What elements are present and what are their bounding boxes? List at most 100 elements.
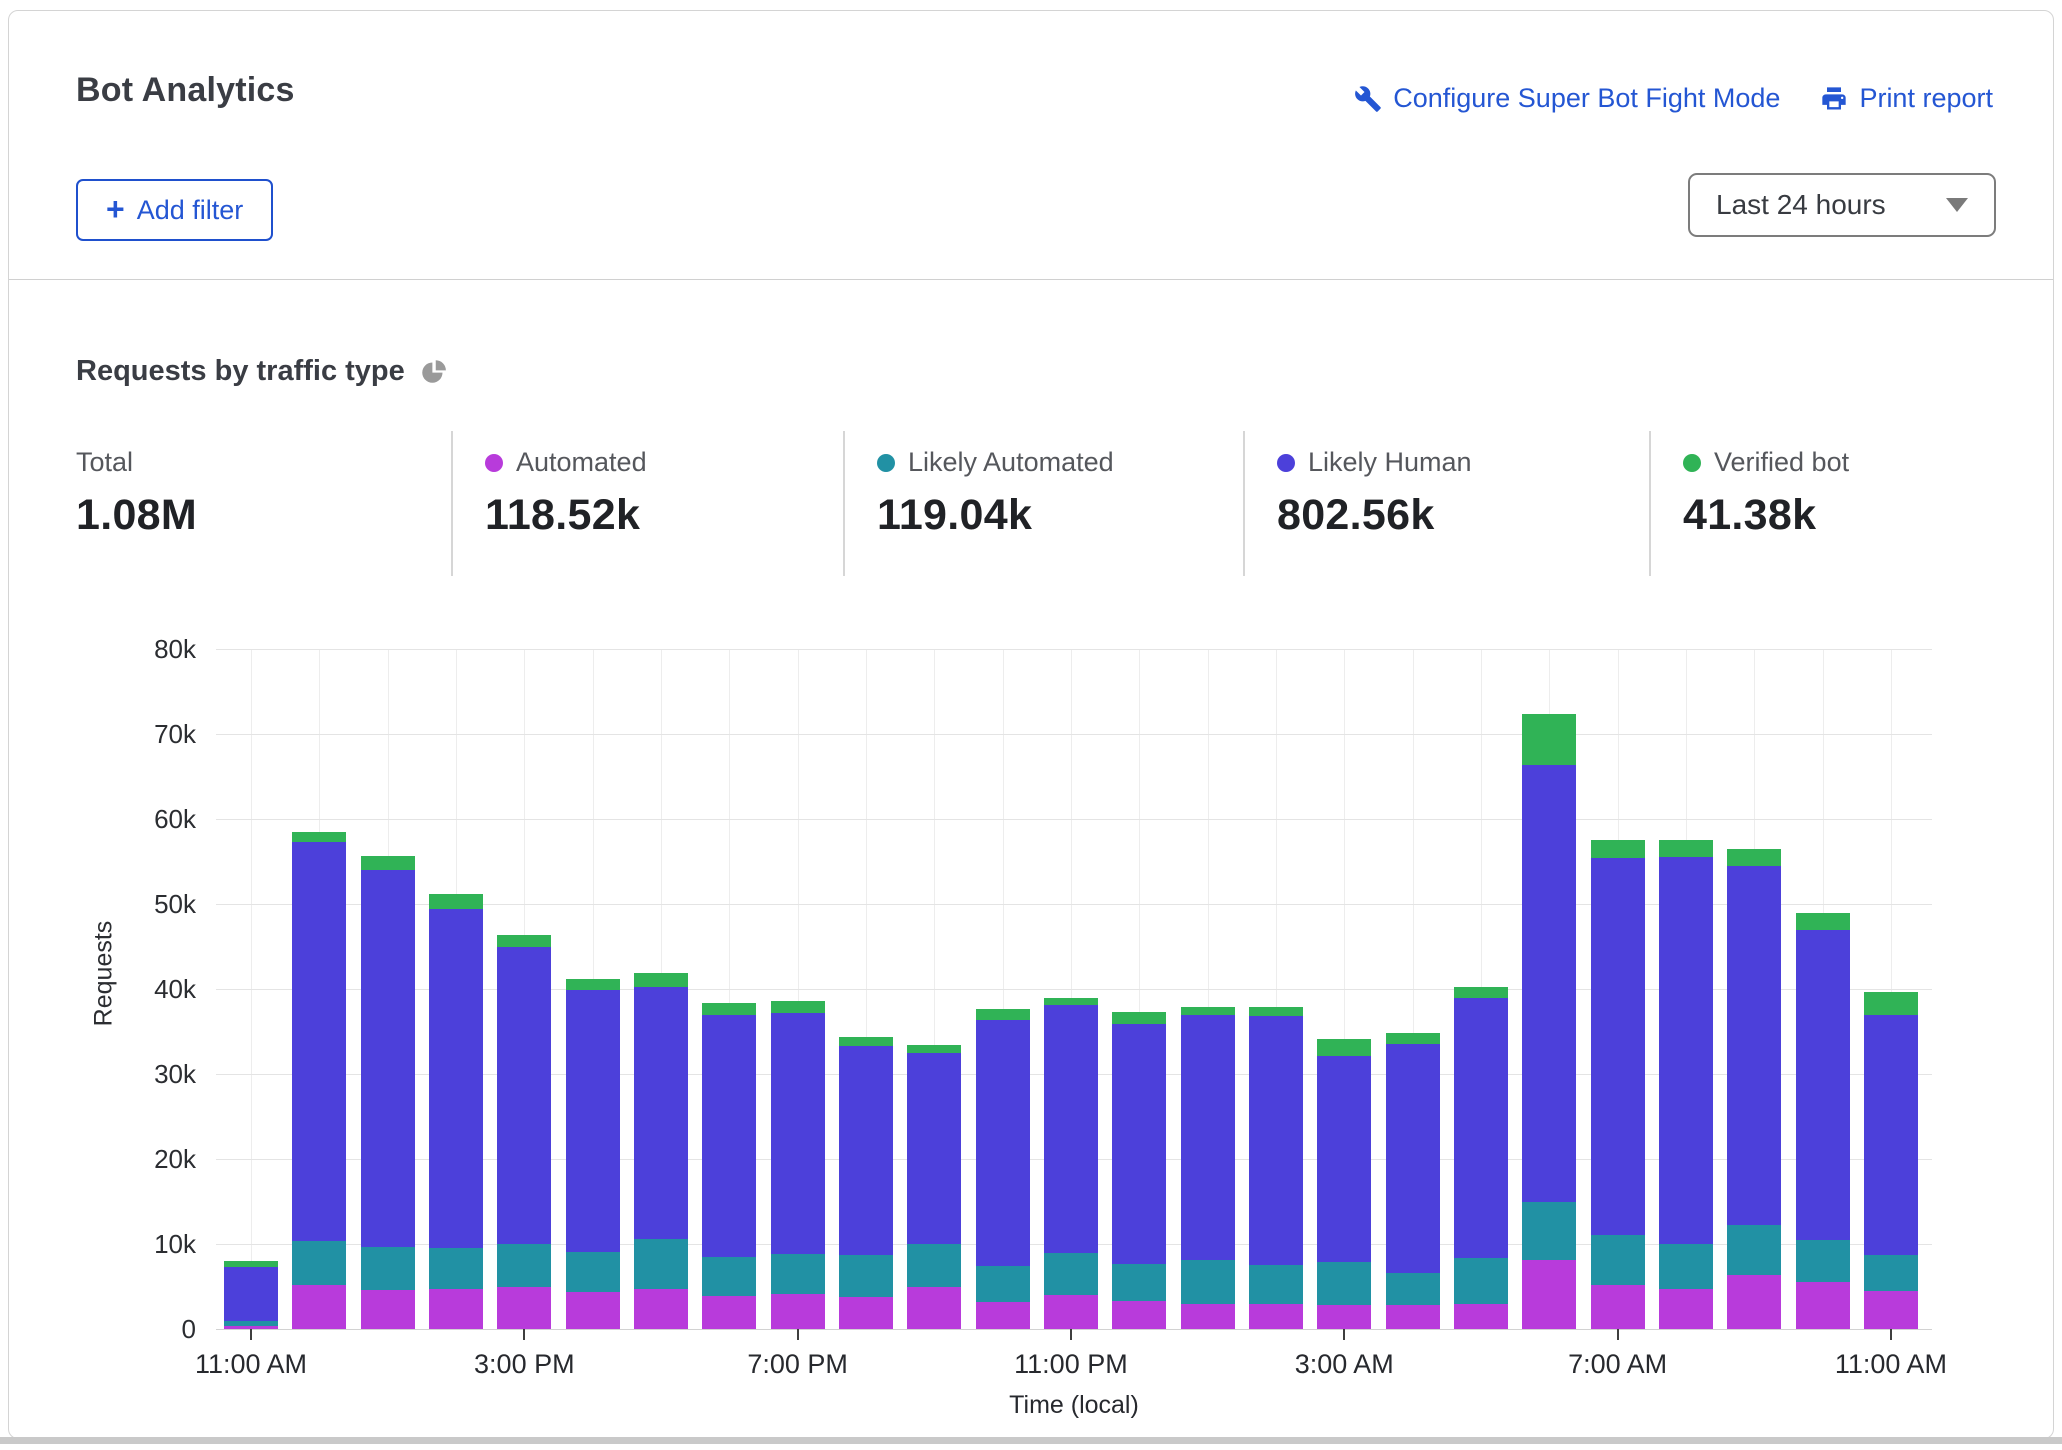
bar-segment-automated (1386, 1305, 1440, 1329)
stacked-bar-300pm (497, 935, 551, 1329)
bar-segment-likely-automated (1727, 1225, 1781, 1275)
y-axis-tick-label: 70k (26, 721, 196, 747)
page-title: Bot Analytics (76, 71, 295, 110)
traffic-stat: Likely Automated 119.04k (843, 431, 1243, 576)
bar-segment-verified-bot (1522, 714, 1576, 766)
x-axis-tick-label: 11:00 AM (141, 1349, 361, 1380)
stacked-bar-500am (1454, 987, 1508, 1329)
y-axis-tick-label: 20k (26, 1146, 196, 1172)
bar-segment-verified-bot (224, 1261, 278, 1267)
bar-segment-automated (1796, 1282, 1850, 1329)
bar-segment-likely-human (771, 1013, 825, 1254)
bar-segment-verified-bot (1796, 913, 1850, 930)
wrench-icon (1354, 85, 1382, 113)
bar-segment-likely-automated (1386, 1273, 1440, 1305)
y-axis-tick-label: 60k (26, 806, 196, 832)
bar-segment-likely-automated (1864, 1255, 1918, 1291)
pie-chart-icon (420, 358, 447, 385)
bar-segment-automated (907, 1287, 961, 1329)
bar-segment-likely-automated (1181, 1260, 1235, 1304)
bar-segment-verified-bot (1181, 1007, 1235, 1016)
bar-segment-verified-bot (1249, 1007, 1303, 1016)
stacked-bar-100am (1181, 1007, 1235, 1329)
stacked-bar-700pm (771, 1001, 825, 1329)
bar-segment-verified-bot (1659, 840, 1713, 857)
time-range-select[interactable]: Last 24 hours (1688, 173, 1996, 237)
bar-segment-verified-bot (1317, 1039, 1371, 1056)
bar-segment-automated (497, 1287, 551, 1329)
bar-segment-likely-human (1112, 1024, 1166, 1265)
bar-segment-likely-automated (1591, 1235, 1645, 1285)
y-axis-title: Requests (90, 899, 119, 1049)
bar-segment-verified-bot (1454, 987, 1508, 998)
traffic-stat: Likely Human 802.56k (1243, 431, 1649, 576)
bar-segment-likely-automated (1249, 1265, 1303, 1303)
bar-segment-likely-automated (1112, 1264, 1166, 1301)
stacked-bar-800am (1659, 840, 1713, 1329)
bar-segment-likely-human (1727, 866, 1781, 1226)
bar-segment-verified-bot (497, 935, 551, 948)
bar-segment-likely-automated (907, 1244, 961, 1287)
bar-segment-automated (1727, 1275, 1781, 1329)
stacked-bar-900pm (907, 1045, 961, 1329)
section-title-row: Requests by traffic type (76, 355, 447, 388)
stat-label: Automated (516, 447, 647, 478)
header-divider (9, 279, 2053, 280)
bar-segment-likely-human (1454, 998, 1508, 1257)
bar-segment-verified-bot (1591, 840, 1645, 858)
bar-segment-likely-automated (1659, 1244, 1713, 1289)
legend-dot (1683, 454, 1701, 472)
bar-segment-automated (1454, 1304, 1508, 1330)
x-axis-tick-label: 3:00 AM (1234, 1349, 1454, 1380)
requests-chart[interactable]: Requests Time (local) 010k20k30k40k50k60… (216, 649, 1932, 1329)
bar-segment-likely-automated (292, 1241, 346, 1284)
header-links: Configure Super Bot Fight Mode Print rep… (1354, 83, 1993, 114)
bar-segment-likely-human (1796, 930, 1850, 1240)
horizontal-gridline (216, 649, 1932, 650)
bar-segment-verified-bot (839, 1037, 893, 1046)
bar-segment-likely-automated (634, 1239, 688, 1289)
bar-segment-likely-automated (566, 1252, 620, 1292)
bar-segment-automated (1112, 1301, 1166, 1329)
bar-segment-likely-human (1659, 857, 1713, 1244)
bar-segment-likely-automated (1522, 1202, 1576, 1261)
bar-segment-verified-bot (429, 894, 483, 909)
bar-segment-likely-human (976, 1020, 1030, 1266)
stacked-bar-600pm (702, 1003, 756, 1329)
stat-value: 118.52k (485, 491, 843, 540)
bar-segment-likely-automated (1044, 1253, 1098, 1296)
stacked-bar-400pm (566, 979, 620, 1329)
bar-segment-likely-human (1181, 1015, 1235, 1260)
add-filter-label: Add filter (137, 195, 244, 226)
plus-icon: + (106, 193, 125, 225)
x-axis-tick (250, 1329, 252, 1340)
stacked-bar-1000am (1796, 913, 1850, 1330)
add-filter-button[interactable]: + Add filter (76, 179, 273, 241)
bar-segment-automated (1591, 1285, 1645, 1329)
bar-segment-automated (634, 1289, 688, 1329)
bar-segment-verified-bot (1044, 998, 1098, 1005)
bar-segment-likely-human (224, 1267, 278, 1321)
chevron-down-icon (1946, 198, 1968, 212)
stacked-bar-500pm (634, 973, 688, 1329)
x-axis-tick-label: 7:00 AM (1508, 1349, 1728, 1380)
bar-segment-verified-bot (907, 1045, 961, 1053)
bar-segment-likely-human (1591, 858, 1645, 1235)
bar-segment-likely-human (1044, 1005, 1098, 1252)
stat-value: 1.08M (76, 491, 451, 540)
stacked-bar-1100am (224, 1261, 278, 1329)
stacked-bar-300am (1317, 1039, 1371, 1329)
bot-analytics-card: Bot Analytics Configure Super Bot Fight … (8, 10, 2054, 1439)
horizontal-gridline (216, 1329, 1932, 1330)
bar-segment-automated (292, 1285, 346, 1329)
bar-segment-likely-automated (224, 1321, 278, 1326)
print-report-link[interactable]: Print report (1820, 83, 1993, 114)
bar-segment-verified-bot (1727, 849, 1781, 866)
bar-segment-verified-bot (1386, 1033, 1440, 1044)
traffic-stat: Verified bot 41.38k (1649, 431, 1995, 576)
stacked-bar-1100pm (1044, 998, 1098, 1329)
x-axis-tick (1617, 1329, 1619, 1340)
configure-super-bot-fight-mode-link[interactable]: Configure Super Bot Fight Mode (1354, 83, 1780, 114)
bar-segment-automated (1249, 1304, 1303, 1330)
bar-segment-likely-human (292, 842, 346, 1242)
